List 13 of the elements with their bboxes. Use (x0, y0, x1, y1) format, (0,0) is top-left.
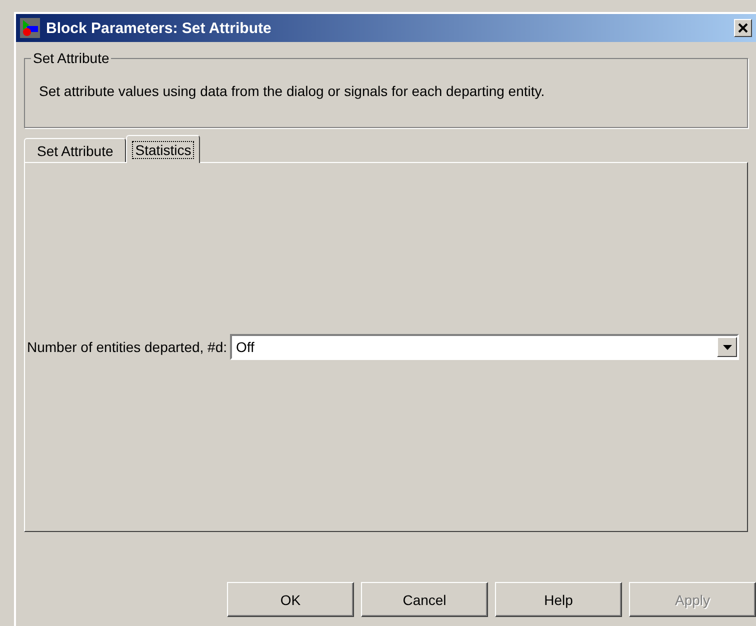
dialog-button[interactable]: OK (227, 582, 354, 617)
tab[interactable]: Set Attribute (24, 138, 126, 162)
group-title: Set Attribute (31, 50, 112, 66)
dropdown-field[interactable]: Off (230, 334, 739, 360)
tab[interactable]: Statistics (126, 135, 200, 163)
window-title: Block Parameters: Set Attribute (46, 20, 272, 36)
group-description: Set attribute values using data from the dialog or signals for each departing entity. (39, 83, 545, 99)
dialog-button[interactable]: Help (495, 582, 622, 617)
dialog-button[interactable]: Cancel (361, 582, 488, 617)
app-icon (20, 18, 40, 38)
close-icon (738, 22, 748, 32)
close-button[interactable] (734, 19, 752, 37)
field-label: Number of entities departed, #d: (27, 339, 228, 355)
